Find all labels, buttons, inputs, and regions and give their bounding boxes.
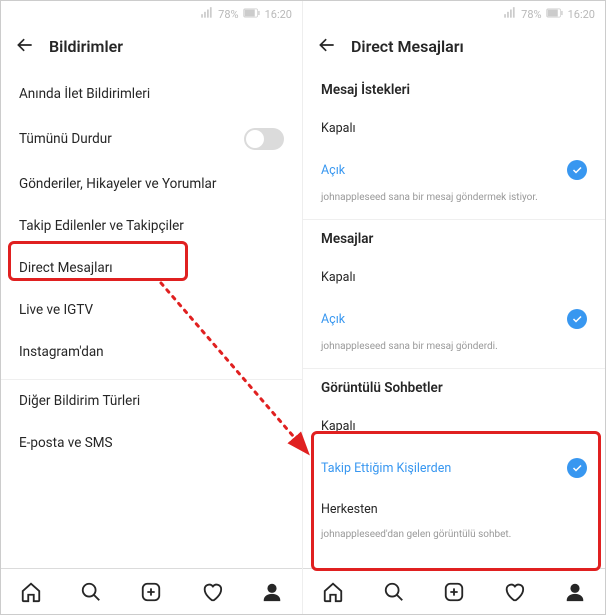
option-video-following[interactable]: Takip Ettiğim Kişilerden [303, 446, 605, 490]
row-posts-stories[interactable]: Gönderiler, Hikayeler ve Yorumlar [1, 163, 302, 205]
option-video-everyone[interactable]: Herkesten [303, 490, 605, 529]
bottom-nav [1, 568, 302, 614]
time-text: 16:20 [568, 8, 595, 21]
messages-subtitle: johnappleseed sana bir mesaj gönderdi. [303, 341, 605, 362]
section-message-requests: Mesaj İstekleri [303, 71, 605, 109]
battery-icon [243, 8, 261, 21]
option-video-off[interactable]: Kapalı [303, 407, 605, 446]
nav-home-icon[interactable] [322, 581, 344, 603]
section-video-chats: Görüntülü Sohbetler [303, 368, 605, 407]
row-pause-all[interactable]: Tümünü Durdur [1, 115, 302, 163]
signal-icon [200, 6, 214, 23]
battery-icon [546, 8, 564, 21]
video-subtitle: johnappleseed'dan gelen görüntülü sohbet… [303, 529, 605, 550]
header: Direct Mesajları [303, 27, 605, 67]
row-direct-messages[interactable]: Direct Mesajları [1, 247, 302, 289]
check-icon [567, 160, 587, 180]
status-bar: 78% 16:20 [1, 1, 302, 27]
check-icon [567, 458, 587, 478]
requests-subtitle: johnappleseed sana bir mesaj göndermek i… [303, 192, 605, 213]
pause-label: Tümünü Durdur [19, 131, 112, 147]
battery-text: 78% [218, 8, 238, 21]
status-bar: 78% 16:20 [303, 1, 605, 27]
nav-add-icon[interactable] [443, 581, 465, 603]
option-messages-off[interactable]: Kapalı [303, 258, 605, 297]
row-from-instagram[interactable]: Instagram'dan [1, 331, 302, 373]
signal-icon [503, 6, 517, 23]
page-title: Direct Mesajları [351, 37, 464, 56]
bottom-nav [303, 568, 605, 614]
nav-search-icon[interactable] [383, 581, 405, 603]
row-following[interactable]: Takip Edilenler ve Takipçiler [1, 205, 302, 247]
pause-toggle[interactable] [244, 128, 284, 150]
nav-add-icon[interactable] [140, 581, 162, 603]
check-icon [567, 309, 587, 329]
nav-profile-icon[interactable] [261, 581, 283, 603]
battery-text: 78% [521, 8, 541, 21]
time-text: 16:20 [265, 8, 292, 21]
row-other-types[interactable]: Diğer Bildirim Türleri [1, 379, 302, 422]
page-title: Bildirimler [49, 37, 123, 56]
nav-activity-icon[interactable] [503, 581, 525, 603]
nav-activity-icon[interactable] [201, 581, 223, 603]
nav-home-icon[interactable] [20, 581, 42, 603]
row-email-sms[interactable]: E-posta ve SMS [1, 422, 302, 464]
option-requests-on[interactable]: Açık [303, 148, 605, 192]
option-messages-on[interactable]: Açık [303, 297, 605, 341]
row-push-notifications[interactable]: Anında İlet Bildirimleri [1, 73, 302, 115]
back-icon[interactable] [15, 35, 35, 59]
nav-profile-icon[interactable] [564, 581, 586, 603]
section-messages: Mesajlar [303, 219, 605, 258]
option-requests-off[interactable]: Kapalı [303, 109, 605, 148]
header: Bildirimler [1, 27, 302, 67]
back-icon[interactable] [317, 35, 337, 59]
row-live-igtv[interactable]: Live ve IGTV [1, 289, 302, 331]
nav-search-icon[interactable] [80, 581, 102, 603]
